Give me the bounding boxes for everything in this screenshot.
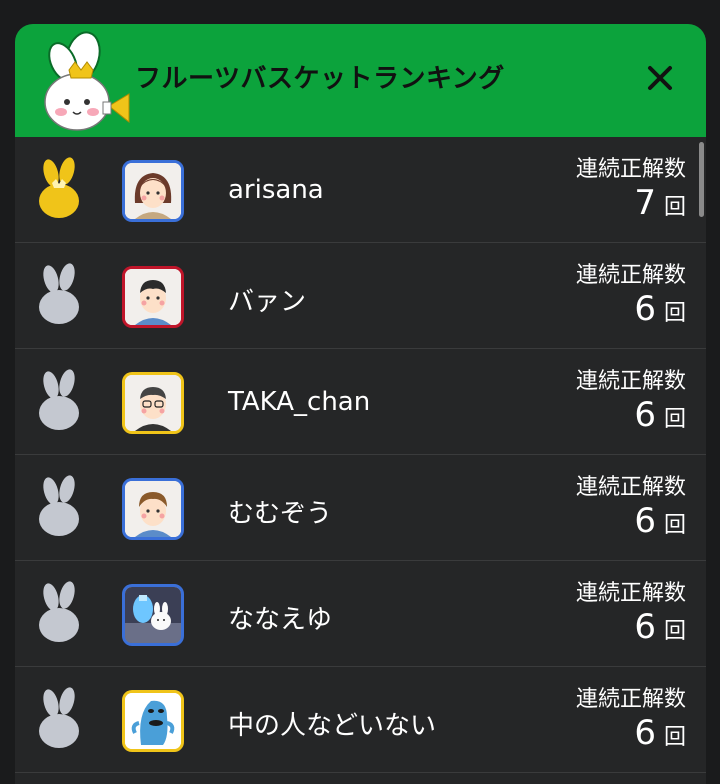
username: ななえゆ (228, 605, 333, 635)
streak-label: 連続正解数 (575, 687, 686, 712)
streak-number: 6 (634, 607, 656, 647)
close-icon (648, 66, 672, 90)
photo-icon (125, 587, 181, 643)
dialog-header: フルーツバスケットランキング (15, 24, 706, 137)
streak-unit: 回 (663, 513, 686, 538)
streak-unit: 回 (663, 195, 686, 220)
silver-rabbit-rank-icon (39, 369, 79, 430)
username: むむぞう (228, 499, 333, 529)
streak-label: 連続正解数 (575, 369, 686, 394)
streak-label: 連続正解数 (575, 581, 686, 606)
ranking-row[interactable]: ななえゆ 連続正解数 6 回 (15, 561, 706, 667)
man-glasses-icon (125, 375, 181, 431)
ranking-row[interactable]: arisana 連続正解数 7 回 (15, 137, 706, 243)
streak-unit: 回 (663, 301, 686, 326)
streak-unit: 回 (663, 619, 686, 644)
close-button[interactable] (640, 58, 680, 98)
streak-number: 6 (634, 289, 656, 329)
username: 中の人などいない (228, 711, 437, 741)
ranking-row[interactable]: バァン 連続正解数 6 回 (15, 243, 706, 349)
dialog-title: フルーツバスケットランキング (135, 64, 505, 94)
username: TAKA_chan (228, 387, 371, 417)
woman-icon (125, 163, 181, 219)
man-icon (125, 269, 181, 325)
streak-count: 6 回 (634, 289, 686, 329)
ranking-row[interactable]: 中の人などいない 連続正解数 6 回 (15, 667, 706, 773)
streak-count: 6 回 (634, 395, 686, 435)
streak-label: 連続正解数 (575, 475, 686, 500)
ranking-list[interactable]: arisana 連続正解数 7 回 バァン 連続正解数 6 回 TAKA_cha… (15, 137, 706, 784)
username: バァン (228, 287, 307, 317)
silver-rabbit-rank-icon (39, 581, 79, 642)
streak-count: 6 回 (634, 607, 686, 647)
streak-number: 6 (634, 713, 656, 753)
streak-count: 6 回 (634, 501, 686, 541)
streak-count: 6 回 (634, 713, 686, 753)
streak-number: 6 (634, 395, 656, 435)
streak-label: 連続正解数 (575, 157, 686, 182)
avatar[interactable] (122, 584, 184, 646)
gold-rabbit-rank-icon (39, 157, 79, 218)
streak-unit: 回 (663, 725, 686, 750)
streak-label: 連続正解数 (575, 263, 686, 288)
rabbit-mascot-icon (44, 31, 130, 131)
streak-unit: 回 (663, 407, 686, 432)
ranking-dialog: フルーツバスケットランキング arisana 連続正解数 7 回 バァン 連続正… (15, 24, 706, 784)
streak-number: 6 (634, 501, 656, 541)
silver-rabbit-rank-icon (39, 263, 79, 324)
blue-creature-icon (125, 693, 181, 749)
silver-rabbit-rank-icon (39, 475, 79, 536)
ranking-row[interactable]: むむぞう 連続正解数 6 回 (15, 455, 706, 561)
avatar[interactable] (122, 266, 184, 328)
avatar[interactable] (122, 690, 184, 752)
ranking-row[interactable]: TAKA_chan 連続正解数 6 回 (15, 349, 706, 455)
streak-number: 7 (634, 183, 656, 223)
username: arisana (228, 175, 324, 205)
avatar[interactable] (122, 160, 184, 222)
streak-count: 7 回 (634, 183, 686, 223)
avatar[interactable] (122, 372, 184, 434)
avatar[interactable] (122, 478, 184, 540)
scrollbar[interactable] (699, 142, 704, 217)
silver-rabbit-rank-icon (39, 687, 79, 748)
man-icon (125, 481, 181, 537)
